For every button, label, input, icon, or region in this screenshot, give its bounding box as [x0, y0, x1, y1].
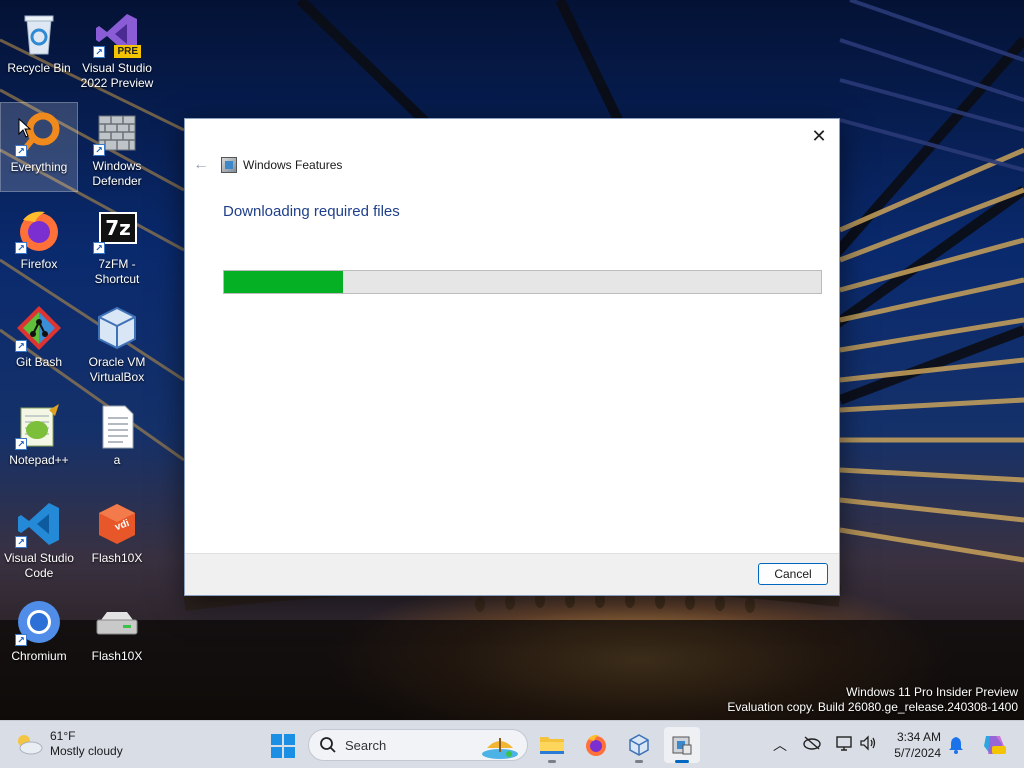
windows-logo-icon — [271, 734, 295, 758]
folder-icon — [540, 737, 564, 754]
7zip-icon: 7z ↗ — [93, 206, 141, 254]
network-icon[interactable] — [835, 735, 853, 754]
running-indicator — [548, 760, 556, 763]
search-highlight-icon — [482, 738, 518, 759]
shortcut-arrow-icon: ↗ — [15, 634, 27, 646]
watermark-line-1: Windows 11 Pro Insider Preview — [846, 685, 1018, 699]
desktop-icon-label: Flash10X — [91, 551, 143, 565]
search-icon — [320, 737, 336, 753]
watermark-line-2: Evaluation copy. Build 26080.ge_release.… — [727, 700, 1018, 714]
desktop-icon-visual-studio-preview[interactable]: PRE ↗ Visual Studio 2022 Preview — [78, 4, 156, 94]
desktop-icon-7zip[interactable]: 7z ↗ 7zFM - Shortcut — [78, 200, 156, 290]
desktop-icon-label: 7zFM - Shortcut — [94, 257, 140, 286]
desktop-icon-label: Oracle VM VirtualBox — [88, 355, 146, 384]
desktop-icon-label: Firefox — [20, 257, 58, 271]
notification-bell-icon[interactable] — [948, 736, 964, 754]
desktop-icon-vscode[interactable]: ↗ Visual Studio Code — [0, 494, 78, 584]
back-arrow-icon[interactable]: ← — [193, 156, 215, 174]
chromium-icon: ↗ — [15, 598, 63, 646]
close-button[interactable]: ✕ — [805, 123, 833, 149]
taskbar-virtualbox[interactable] — [621, 727, 657, 763]
desktop-icon-text-file-a[interactable]: a — [78, 396, 156, 486]
cancel-button[interactable]: Cancel — [758, 563, 828, 585]
weather-widget[interactable]: 61°F Mostly cloudy — [14, 729, 123, 759]
desktop-icon-label: Git Bash — [15, 355, 63, 369]
desktop-icon-firefox[interactable]: ↗ Firefox — [0, 200, 78, 290]
recycle-bin-icon — [15, 10, 63, 58]
show-hidden-icons-chevron-icon[interactable]: ︿ — [773, 735, 787, 755]
system-clock[interactable]: 3:34 AM 5/7/2024 — [885, 729, 941, 761]
desktop-icon-label: Flash10X — [91, 649, 143, 663]
taskbar: 61°F Mostly cloudy Search ︿ 3:34 AM 5/7/… — [0, 720, 1024, 768]
shortcut-arrow-icon: ↗ — [15, 145, 27, 157]
flash10x-vdi-icon: vdi — [93, 500, 141, 548]
clock-date: 5/7/2024 — [894, 746, 941, 760]
7z-badge: 7z — [99, 212, 137, 244]
windows-features-dialog: ✕ ← Windows Features Downloading require… — [184, 118, 840, 596]
text-file-icon — [93, 402, 141, 450]
evaluation-watermark: Windows 11 Pro Insider Preview Evaluatio… — [727, 685, 1018, 715]
desktop-icon-label: Visual Studio Code — [4, 551, 74, 580]
weather-condition: Mostly cloudy — [50, 744, 123, 758]
pre-badge: PRE — [114, 45, 141, 58]
desktop-icon-virtualbox[interactable]: Oracle VM VirtualBox — [78, 298, 156, 388]
shortcut-arrow-icon: ↗ — [15, 536, 27, 548]
cloudy-weather-icon — [14, 732, 44, 756]
desktop-icon-label: Windows Defender — [92, 159, 142, 188]
desktop-icon-chromium[interactable]: ↗ Chromium — [0, 592, 78, 682]
desktop-icon-notepad-plus-plus[interactable]: ↗ Notepad++ — [0, 396, 78, 486]
desktop-icon-label: a — [113, 453, 121, 467]
firefox-icon — [586, 734, 606, 756]
start-button[interactable] — [270, 733, 296, 759]
desktop-icon-label: Everything — [10, 160, 68, 174]
volume-icon[interactable] — [859, 735, 877, 754]
desktop-icon-label: Visual Studio 2022 Preview — [80, 61, 154, 90]
shortcut-arrow-icon: ↗ — [15, 340, 27, 352]
dialog-nav: ← Windows Features — [193, 155, 342, 175]
dialog-footer: Cancel — [185, 553, 839, 595]
dialog-title: Windows Features — [243, 158, 343, 172]
status-heading: Downloading required files — [223, 203, 400, 220]
search-input[interactable] — [345, 737, 465, 753]
desktop-icon-git-bash[interactable]: ↗ Git Bash — [0, 298, 78, 388]
desktop-icon-windows-defender[interactable]: ↗ Windows Defender — [78, 102, 156, 192]
taskbar-search[interactable] — [308, 729, 528, 761]
taskbar-windows-features[interactable] — [664, 727, 700, 763]
copilot-icon[interactable] — [980, 732, 1006, 758]
mouse-cursor-icon — [18, 118, 32, 138]
desktop-icon-flash10x-vdi[interactable]: vdi Flash10X — [78, 494, 156, 584]
shortcut-arrow-icon: ↗ — [15, 242, 27, 254]
taskbar-file-explorer[interactable] — [534, 727, 570, 763]
desktop-icon-recycle-bin[interactable]: Recycle Bin — [0, 4, 78, 94]
download-progress-bar — [223, 270, 822, 294]
desktop-icon-label: Chromium — [11, 649, 67, 663]
onedrive-offline-icon[interactable] — [803, 736, 821, 753]
firefox-icon: ↗ — [15, 206, 63, 254]
shortcut-arrow-icon: ↗ — [15, 438, 27, 450]
taskbar-firefox[interactable] — [578, 727, 614, 763]
shortcut-arrow-icon: ↗ — [93, 242, 105, 254]
weather-temp: 61°F — [50, 729, 76, 743]
progress-fill — [224, 271, 344, 293]
windows-features-icon — [221, 157, 237, 173]
notepad-plus-plus-icon: ↗ — [15, 402, 63, 450]
running-indicator — [635, 760, 643, 763]
virtualbox-icon — [93, 304, 141, 352]
desktop-icon-label: Recycle Bin — [7, 61, 71, 75]
git-bash-icon: ↗ — [15, 304, 63, 352]
clock-time: 3:34 AM — [896, 730, 941, 744]
windows-features-icon — [672, 736, 692, 755]
active-indicator — [675, 760, 689, 763]
vscode-icon: ↗ — [15, 500, 63, 548]
shortcut-arrow-icon: ↗ — [93, 144, 105, 156]
windows-defender-icon: ↗ — [93, 108, 141, 156]
desktop-icon-label: Notepad++ — [9, 453, 69, 467]
desktop-icon-flash10x-drive[interactable]: Flash10X — [78, 592, 156, 682]
desktop-icon-everything[interactable]: ↗ Everything — [0, 102, 78, 192]
virtualbox-icon — [629, 734, 649, 756]
visual-studio-preview-icon: PRE ↗ — [93, 10, 141, 58]
drive-icon — [93, 598, 141, 646]
shortcut-arrow-icon: ↗ — [93, 46, 105, 58]
